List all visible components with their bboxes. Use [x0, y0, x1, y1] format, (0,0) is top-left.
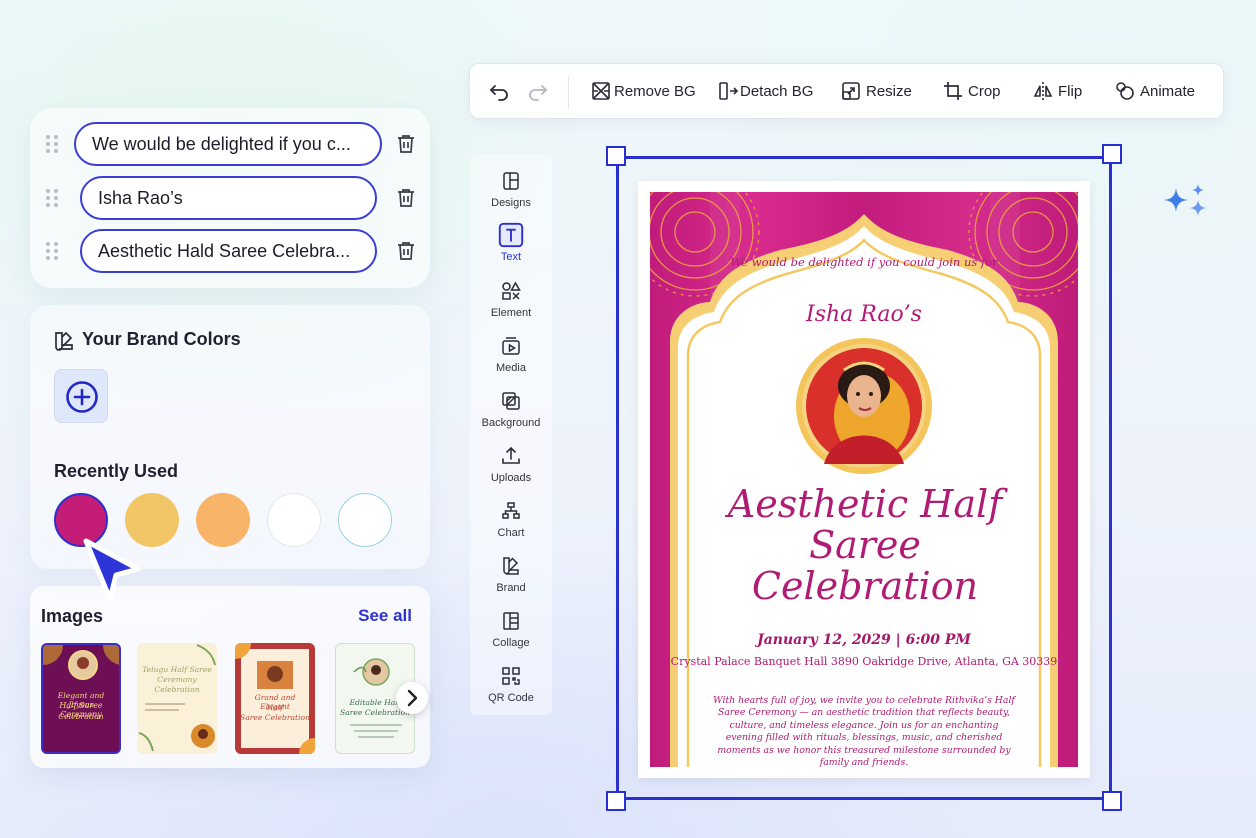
- nav-media[interactable]: Media: [470, 335, 552, 385]
- qr-code-icon: [502, 667, 520, 685]
- palette-icon: [55, 331, 73, 351]
- crop-button[interactable]: Crop: [942, 64, 1012, 120]
- text-layer-row: We would be delighted if you c...: [30, 122, 430, 166]
- text-layer-row: Isha Rao’s: [30, 176, 430, 220]
- text-layer-input[interactable]: Aesthetic Hald Saree Celebra...: [80, 229, 377, 273]
- resize-handle-top-left[interactable]: [606, 146, 626, 166]
- crop-icon: [944, 82, 962, 100]
- template-thumbnail[interactable]: Grand and Elegant Half Saree Celebration: [235, 643, 315, 754]
- resize-button[interactable]: Resize: [840, 64, 920, 120]
- template-thumbnail[interactable]: Telugu Half Saree Ceremony Celebration: [137, 643, 217, 754]
- color-swatch[interactable]: [267, 493, 321, 547]
- remove-bg-button[interactable]: Remove BG: [590, 64, 700, 120]
- trash-icon[interactable]: [394, 132, 418, 156]
- see-all-link[interactable]: See all: [358, 606, 412, 626]
- toolbar-divider: [568, 76, 569, 108]
- flip-button[interactable]: Flip: [1032, 64, 1092, 120]
- media-icon: [502, 337, 520, 355]
- resize-handle-top-right[interactable]: [1102, 144, 1122, 164]
- recently-used-title: Recently Used: [54, 461, 179, 481]
- detach-bg-icon: [719, 82, 739, 100]
- resize-handle-bottom-right[interactable]: [1102, 791, 1122, 811]
- nav-text[interactable]: Text: [470, 222, 552, 274]
- nav-brand[interactable]: Brand: [470, 555, 552, 605]
- layout-icon: [503, 172, 519, 190]
- editor-sidenav: Designs Text Element Media Background Up…: [470, 155, 552, 715]
- add-brand-color-button[interactable]: [54, 369, 108, 423]
- remove-bg-icon: [592, 82, 610, 100]
- nav-background[interactable]: Background: [470, 390, 552, 440]
- text-layer-input[interactable]: Isha Rao’s: [80, 176, 377, 220]
- color-swatch[interactable]: [196, 493, 250, 547]
- drag-handle-icon[interactable]: [46, 135, 60, 153]
- text-icon: [498, 222, 524, 248]
- thumbnail-art: [138, 644, 216, 752]
- trash-icon[interactable]: [394, 186, 418, 210]
- nav-chart[interactable]: Chart: [470, 500, 552, 550]
- text-layer-input[interactable]: We would be delighted if you c...: [74, 122, 382, 166]
- text-layers-panel: We would be delighted if you c... Isha R…: [30, 108, 430, 288]
- chart-icon: [502, 502, 520, 519]
- drag-handle-icon[interactable]: [46, 189, 60, 207]
- sparkle-icon: [1164, 184, 1206, 216]
- detach-bg-button[interactable]: Detach BG: [717, 64, 827, 120]
- drag-handle-icon[interactable]: [46, 242, 60, 260]
- upload-icon: [502, 446, 520, 464]
- resize-handle-bottom-left[interactable]: [606, 791, 626, 811]
- brand-colors-panel: Your Brand Colors Recently Used: [30, 305, 430, 569]
- nav-collage[interactable]: Collage: [470, 610, 552, 660]
- nav-element[interactable]: Element: [470, 280, 552, 330]
- next-thumbnails-button[interactable]: [396, 682, 428, 714]
- nav-designs[interactable]: Designs: [470, 170, 552, 220]
- nav-uploads[interactable]: Uploads: [470, 445, 552, 495]
- brand-colors-title: Your Brand Colors: [82, 329, 241, 349]
- collage-icon: [503, 612, 519, 630]
- image-toolbar: Remove BG Detach BG Resize Crop Flip Ani…: [469, 63, 1224, 119]
- plus-circle-icon: [66, 381, 98, 413]
- trash-icon[interactable]: [394, 239, 418, 263]
- brand-icon: [503, 557, 519, 575]
- redo-icon[interactable]: [527, 80, 549, 102]
- color-swatch[interactable]: [338, 493, 392, 547]
- selection-box: [616, 156, 1112, 800]
- chevron-right-icon: [407, 689, 418, 707]
- shapes-icon: [502, 281, 521, 300]
- animate-icon: [1116, 82, 1134, 100]
- resize-icon: [842, 82, 860, 100]
- nav-qr-code[interactable]: QR Code: [470, 665, 552, 715]
- text-layer-row: Aesthetic Hald Saree Celebra...: [30, 229, 430, 273]
- background-icon: [502, 392, 520, 410]
- cursor-arrow-icon: [83, 538, 141, 602]
- template-thumbnail[interactable]: Elegant and Joyous Half Saree Ceremony C…: [41, 643, 121, 754]
- undo-icon[interactable]: [488, 80, 510, 102]
- flip-icon: [1033, 82, 1053, 100]
- animate-button[interactable]: Animate: [1114, 64, 1214, 120]
